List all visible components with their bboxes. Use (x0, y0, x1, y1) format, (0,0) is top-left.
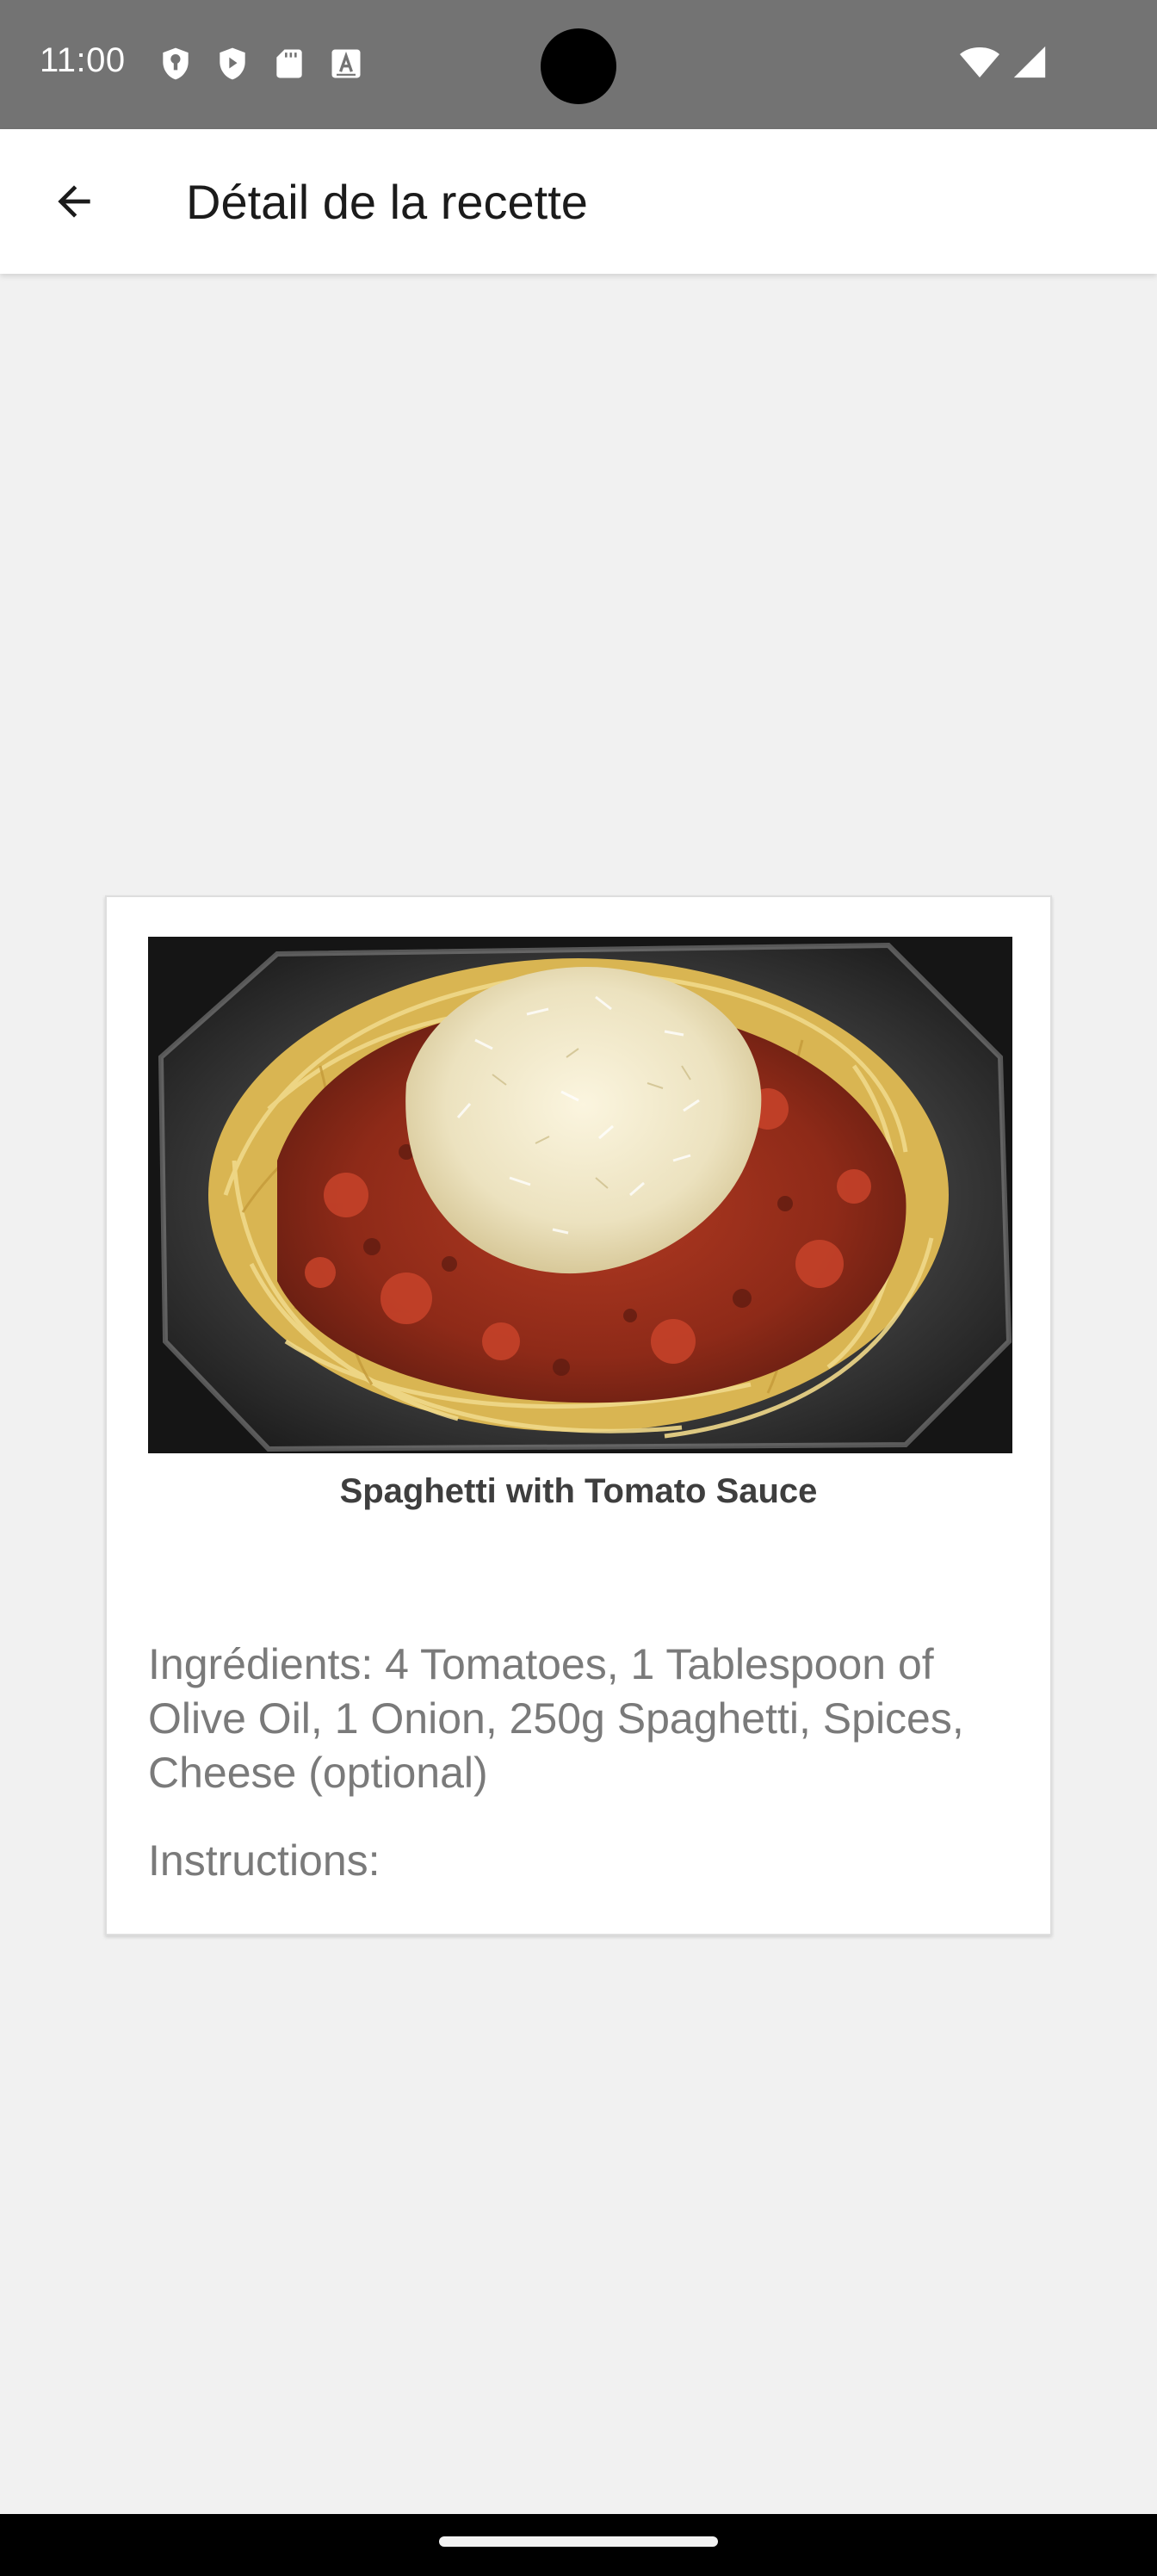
status-time: 11:00 (40, 41, 126, 79)
recipe-image (148, 937, 1012, 1453)
vpn-shield-icon (157, 45, 195, 83)
recipe-name: Spaghetti with Tomato Sauce (339, 1472, 818, 1510)
ingredients-label: Ingrédients: (148, 1640, 386, 1688)
status-icons-left (157, 45, 365, 83)
cell-signal-icon (1012, 45, 1047, 84)
page-title: Détail de la recette (186, 175, 588, 229)
navigation-bar (0, 2514, 1157, 2576)
instructions-label: Instructions: (148, 1836, 381, 1885)
status-icons-right (959, 43, 1047, 85)
home-gesture-handle[interactable] (439, 2536, 718, 2547)
arrow-back-icon (58, 185, 90, 218)
wifi-icon (959, 43, 1000, 85)
camera-cutout (541, 28, 616, 104)
play-protect-icon (213, 45, 251, 83)
recipe-card: Spaghetti with Tomato Sauce Ingrédients:… (105, 895, 1052, 1935)
back-button[interactable] (34, 162, 114, 241)
font-a-icon (327, 45, 365, 83)
instructions-text: Instructions: (148, 1836, 381, 1886)
ingredients-text: Ingrédients: 4 Tomatoes, 1 Tablespoon of… (148, 1638, 1018, 1800)
app-bar: Détail de la recette (0, 129, 1157, 274)
sd-card-icon (270, 45, 308, 83)
status-bar: 11:00 (0, 0, 1157, 129)
